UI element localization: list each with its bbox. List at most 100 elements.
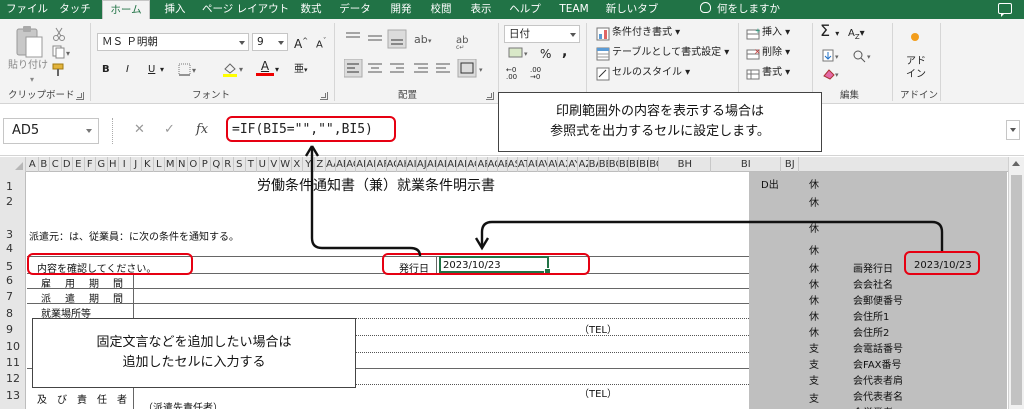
cancel-icon[interactable]: ✕	[134, 122, 145, 137]
tab-file[interactable]: ファイル	[6, 2, 48, 19]
cell-styles-icon[interactable]	[596, 67, 610, 81]
comma-button[interactable]: ,	[562, 45, 567, 59]
paste-dropdown-icon[interactable]: ▾	[30, 73, 34, 87]
column-header-ag[interactable]: AG	[387, 157, 397, 172]
column-header-aa[interactable]: AA	[326, 157, 337, 172]
column-header-d[interactable]: D	[62, 157, 73, 172]
column-header-i[interactable]: I	[119, 157, 131, 172]
insert-cells-icon[interactable]: +	[746, 27, 760, 41]
column-header-aw[interactable]: AW	[548, 157, 559, 172]
sort-filter-button[interactable]: AZ▾	[848, 27, 865, 44]
tab-team[interactable]: TEAM	[556, 2, 592, 19]
column-header-am[interactable]: AM	[447, 157, 458, 172]
insert-function-button[interactable]: fx	[196, 122, 208, 137]
tab-home[interactable]: ホーム	[102, 0, 150, 19]
column-header-ae[interactable]: AE	[366, 157, 377, 172]
column-header-g[interactable]: G	[96, 157, 108, 172]
column-header-x[interactable]: X	[292, 157, 303, 172]
column-header-al[interactable]: AL	[437, 157, 448, 172]
row-header-2[interactable]: 2	[0, 195, 26, 208]
row-header-11[interactable]: 11	[0, 356, 26, 369]
enter-icon[interactable]: ✓	[164, 122, 175, 137]
alignment-launcher-icon[interactable]	[486, 92, 494, 100]
paste-icon[interactable]	[12, 25, 46, 59]
comments-icon[interactable]	[998, 3, 1012, 17]
tab-new-tab[interactable]: 新しいタブ	[602, 2, 662, 19]
copy-icon[interactable]: ▾	[52, 45, 72, 59]
scroll-up-icon[interactable]	[1012, 161, 1020, 166]
tab-developer[interactable]: 開発	[386, 2, 416, 19]
column-header-w[interactable]: W	[280, 157, 292, 172]
row-header-5[interactable]: 5	[0, 260, 26, 273]
column-header-h[interactable]: H	[108, 157, 119, 172]
name-box[interactable]: AD5	[3, 118, 99, 144]
column-header-az[interactable]: AZ	[579, 157, 589, 172]
format-cells-icon[interactable]	[746, 67, 760, 81]
column-header-r[interactable]: R	[223, 157, 234, 172]
column-header-y[interactable]: Y	[303, 157, 315, 172]
underline-dropdown-icon[interactable]: ▾	[160, 63, 164, 77]
expand-formula-bar-button[interactable]	[1006, 120, 1020, 140]
accounting-format-icon[interactable]: ▾	[508, 45, 530, 61]
vertical-scrollbar[interactable]	[1008, 157, 1024, 409]
row-header-3[interactable]: 3	[0, 228, 26, 241]
column-header-b[interactable]: B	[39, 157, 50, 172]
insert-cells-button[interactable]: 挿入 ▾	[762, 26, 790, 40]
phonetic-guide-button[interactable]: 亜▾	[294, 63, 308, 77]
scrollbar-thumb[interactable]	[1011, 175, 1022, 405]
column-header-ar[interactable]: AR	[498, 157, 508, 172]
column-header-au[interactable]: AU	[528, 157, 539, 172]
tab-page-layout[interactable]: ページ レイアウト	[202, 2, 289, 19]
row-header-9[interactable]: 9	[0, 323, 26, 336]
tab-insert[interactable]: 挿入	[160, 2, 190, 19]
column-header-f[interactable]: F	[85, 157, 96, 172]
clear-icon[interactable]: ▾	[822, 67, 844, 81]
tab-help[interactable]: ヘルプ	[506, 2, 544, 19]
tab-review[interactable]: 校閲	[426, 2, 456, 19]
column-header-z[interactable]: Z	[315, 157, 326, 172]
column-header-bh[interactable]: BH	[659, 157, 712, 172]
column-header-ac[interactable]: AC	[346, 157, 357, 172]
format-painter-icon[interactable]	[52, 63, 68, 77]
column-header-ah[interactable]: AH	[397, 157, 407, 172]
column-header-as[interactable]: AS	[508, 157, 518, 172]
font-launcher-icon[interactable]	[320, 92, 328, 100]
column-header-k[interactable]: K	[142, 157, 154, 172]
addins-button[interactable]: アド イン	[902, 55, 930, 81]
format-as-table-button[interactable]: テーブルとして書式設定 ▾	[612, 46, 729, 60]
font-color-button[interactable]: A	[256, 59, 274, 76]
delete-cells-icon[interactable]: ×	[746, 47, 760, 61]
column-header-aq[interactable]: AQ	[488, 157, 498, 172]
column-header-ba[interactable]: BA	[589, 157, 599, 172]
conditional-format-icon[interactable]	[596, 27, 610, 41]
column-header-bj[interactable]: BJ	[781, 157, 800, 172]
column-header-o[interactable]: O	[188, 157, 200, 172]
column-header-an[interactable]: AN	[457, 157, 468, 172]
borders-icon[interactable]: ▾	[178, 63, 200, 77]
increase-decimal-button[interactable]: ←0.00	[506, 67, 517, 81]
column-header-bf[interactable]: BF	[639, 157, 650, 172]
column-header-ad[interactable]: AD	[356, 157, 367, 172]
column-header-ay[interactable]: AY	[568, 157, 579, 172]
column-header-q[interactable]: Q	[211, 157, 223, 172]
column-header-p[interactable]: P	[200, 157, 211, 172]
font-color-dropdown-icon[interactable]: ▾	[275, 63, 279, 77]
row-header-13[interactable]: 13	[0, 389, 26, 402]
column-header-e[interactable]: E	[73, 157, 85, 172]
format-cells-button[interactable]: 書式 ▾	[762, 66, 790, 80]
column-header-af[interactable]: AF	[377, 157, 387, 172]
addins-icon[interactable]	[911, 33, 919, 41]
column-header-s[interactable]: S	[234, 157, 246, 172]
number-format-dropdown[interactable]: 日付	[504, 25, 580, 43]
decrease-decimal-button[interactable]: .00 →0	[530, 67, 541, 81]
paste-button[interactable]: 貼り付け	[8, 59, 48, 73]
delete-cells-button[interactable]: 削除 ▾	[762, 46, 790, 60]
conditional-format-button[interactable]: 条件付き書式 ▾	[612, 26, 680, 40]
row-header-8[interactable]: 8	[0, 307, 26, 320]
cut-icon[interactable]	[52, 27, 66, 41]
tell-me-search[interactable]: 何をしますか	[700, 0, 780, 19]
tab-touch[interactable]: タッチ	[58, 2, 92, 19]
clipboard-launcher-icon[interactable]	[76, 92, 84, 100]
row-header-1[interactable]: 1	[0, 180, 26, 193]
column-header-ax[interactable]: AX	[558, 157, 569, 172]
